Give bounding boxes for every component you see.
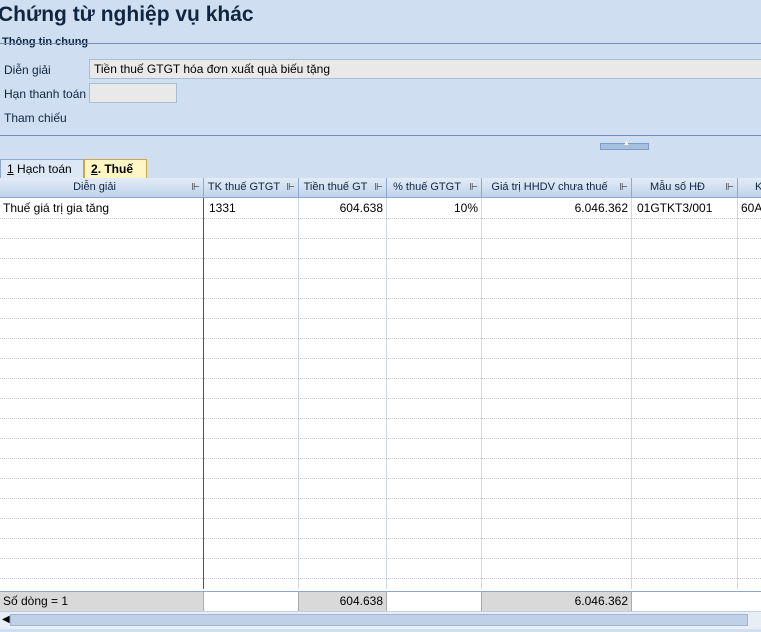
- footer-gia-tri-total: 6.046.362: [482, 592, 632, 611]
- tham-chieu-label: Tham chiếu: [4, 111, 67, 125]
- col-header-label: Tiền thuế GT: [303, 181, 368, 193]
- row-divider: [0, 498, 761, 499]
- cell-tien-thue[interactable]: 604.638: [299, 199, 386, 218]
- cell-tk-thue[interactable]: 1331: [206, 199, 298, 218]
- row-divider: [0, 558, 761, 559]
- col-header-label: Diễn giải: [73, 181, 116, 193]
- tab-thue[interactable]: 2. Thuế: [84, 159, 147, 178]
- section-divider-bottom: [0, 135, 761, 136]
- column-divider: [298, 198, 299, 589]
- tab-hach-toan[interactable]: 1 Hạch toán: [0, 159, 84, 178]
- col-header-label: Giá trị HHDV chưa thuế: [491, 181, 608, 193]
- col-header-ky-hieu[interactable]: K: [738, 178, 761, 198]
- chevron-up-icon: ▲: [623, 140, 630, 147]
- dien-giai-input[interactable]: Tiền thuế GTGT hóa đơn xuất quà biếu tặn…: [89, 59, 761, 79]
- scrollbar-thumb[interactable]: [10, 614, 748, 626]
- row-divider: [0, 578, 761, 579]
- tax-grid[interactable]: Diễn giải ⊩ TK thuế GTGT ⊩ Tiền thuế GT ⊩ %…: [0, 178, 761, 611]
- col-header-tk-thue[interactable]: TK thuế GTGT ⊩: [204, 178, 299, 198]
- column-divider: [386, 198, 387, 589]
- pin-icon[interactable]: ⊩: [469, 178, 478, 197]
- row-divider: [0, 438, 761, 439]
- row-divider: [0, 458, 761, 459]
- pin-icon[interactable]: ⊩: [725, 178, 734, 197]
- cell-phan-tram-thue[interactable]: 10%: [387, 199, 481, 218]
- pin-icon[interactable]: ⊩: [619, 178, 628, 197]
- row-divider: [0, 418, 761, 419]
- pin-icon[interactable]: ⊩: [374, 178, 383, 197]
- cell-gia-tri[interactable]: 6.046.362: [482, 199, 631, 218]
- column-divider: [203, 198, 204, 589]
- section-title: Thông tin chung: [2, 36, 89, 48]
- cell-ky-hieu[interactable]: 60A: [738, 199, 761, 218]
- col-header-phan-tram-thue[interactable]: % thuế GTGT ⊩: [387, 178, 482, 198]
- row-divider: [0, 538, 761, 539]
- row-divider: [0, 278, 761, 279]
- col-header-mau-so[interactable]: Mẫu số HĐ ⊩: [632, 178, 738, 198]
- col-header-label: K: [738, 181, 761, 193]
- han-thanh-toan-label: Hạn thanh toán: [4, 87, 87, 101]
- row-divider: [0, 318, 761, 319]
- dien-giai-label: Diễn giải: [4, 63, 51, 77]
- footer-empty: [632, 592, 761, 611]
- column-divider: [737, 198, 738, 589]
- grid-footer: Số dòng = 1 604.638 6.046.362: [0, 591, 761, 611]
- row-divider: [0, 358, 761, 359]
- tab-thue-label: . Thuế: [97, 162, 134, 176]
- han-thanh-toan-input[interactable]: [89, 83, 177, 103]
- col-header-tien-thue[interactable]: Tiền thuế GT ⊩: [299, 178, 387, 198]
- row-divider: [0, 258, 761, 259]
- footer-empty: [387, 592, 482, 611]
- col-header-label: % thuế GTGT: [393, 181, 461, 193]
- row-divider: [0, 518, 761, 519]
- col-header-gia-tri[interactable]: Giá trị HHDV chưa thuế ⊩: [482, 178, 632, 198]
- arrow-left-icon[interactable]: ◀: [2, 612, 10, 628]
- row-divider: [0, 298, 761, 299]
- col-header-dien-giai[interactable]: Diễn giải ⊩: [0, 178, 204, 198]
- page-title: Chứng từ nghiệp vụ khác: [0, 3, 254, 26]
- row-divider: [0, 398, 761, 399]
- tab-hach-toan-key: 1: [7, 162, 14, 176]
- col-header-label: TK thuế GTGT: [207, 181, 281, 193]
- cell-mau-so[interactable]: 01GTKT3/001: [634, 199, 737, 218]
- column-divider: [631, 198, 632, 589]
- footer-row-count: Số dòng = 1: [0, 592, 204, 611]
- row-divider: [0, 218, 761, 219]
- collapse-button[interactable]: ▲: [600, 140, 649, 150]
- row-divider: [0, 478, 761, 479]
- cell-dien-giai[interactable]: Thuế giá trị gia tăng: [0, 199, 203, 218]
- horizontal-scrollbar[interactable]: ◀: [0, 611, 761, 629]
- row-divider: [0, 378, 761, 379]
- footer-tien-thue-total: 604.638: [299, 592, 387, 611]
- section-divider: [0, 43, 761, 44]
- pin-icon[interactable]: ⊩: [286, 178, 295, 197]
- tab-thue-key: 2: [91, 162, 98, 176]
- column-divider: [481, 198, 482, 589]
- row-divider: [0, 238, 761, 239]
- row-divider: [0, 338, 761, 339]
- footer-empty: [204, 592, 299, 611]
- pin-icon[interactable]: ⊩: [191, 178, 200, 197]
- tab-hach-toan-label: Hạch toán: [13, 162, 72, 176]
- col-header-label: Mẫu số HĐ: [649, 181, 706, 193]
